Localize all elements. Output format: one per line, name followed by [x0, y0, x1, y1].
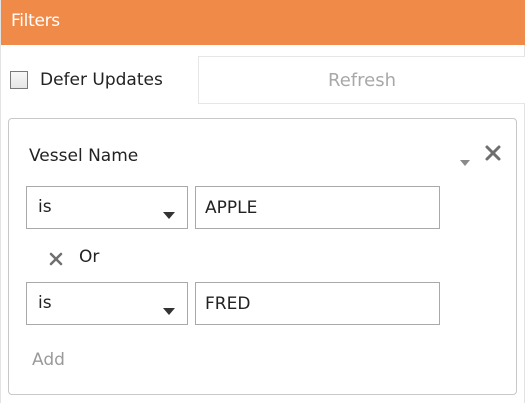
close-icon[interactable]: [49, 251, 63, 266]
defer-updates-checkbox[interactable]: [10, 71, 28, 89]
close-icon[interactable]: [483, 143, 503, 163]
filters-title: Filters: [11, 11, 60, 31]
value-input-2[interactable]: [195, 282, 440, 325]
filters-header: Filters: [1, 0, 525, 45]
operator-value: is: [38, 293, 52, 313]
filters-pane: Filters Defer Updates Refresh Vessel Nam…: [0, 0, 525, 403]
operator-value: is: [38, 197, 52, 217]
operator-select-1[interactable]: is: [26, 186, 188, 229]
value-input-1[interactable]: [195, 186, 440, 229]
filter-panel: Vessel Name is APPLE Or is FRED Add: [8, 118, 517, 395]
add-condition-link[interactable]: Add: [32, 350, 65, 370]
or-joiner-label: Or: [79, 247, 100, 267]
chevron-down-icon[interactable]: [459, 153, 471, 166]
refresh-button[interactable]: Refresh: [198, 56, 525, 104]
triangle-down-icon: [163, 205, 175, 219]
defer-updates-label: Defer Updates: [40, 70, 163, 90]
field-name-label: Vessel Name: [29, 146, 139, 166]
triangle-down-icon: [163, 301, 175, 315]
operator-select-2[interactable]: is: [26, 282, 188, 325]
defer-updates-toggle[interactable]: Defer Updates: [10, 67, 163, 93]
